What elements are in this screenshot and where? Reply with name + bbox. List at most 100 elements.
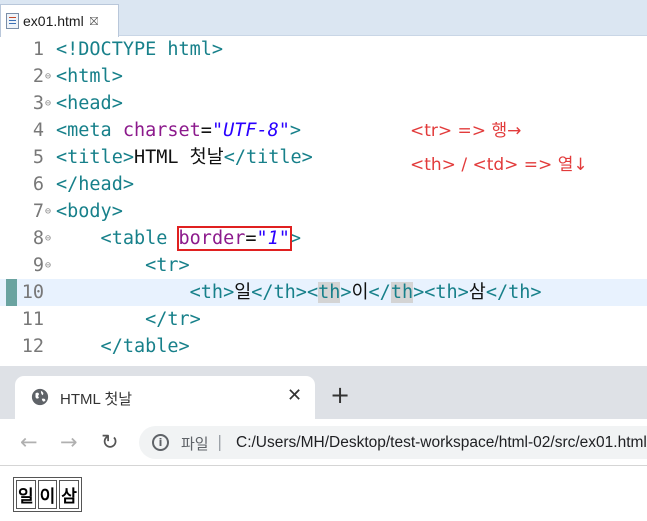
table-header-cell: 일 [16,480,36,509]
code-editor[interactable]: ex01.html ⛝ 1 <!DOCTYPE html> 2 ⊖ <html> 3 ⊖ <h… [0,0,647,366]
code-line[interactable]: 4 <meta charset="UTF-8"> [0,117,647,144]
close-icon[interactable]: ✕ [287,385,302,406]
code-text: </head> [56,171,134,198]
table-header-cell: 이 [37,480,58,509]
table-header-cell: 삼 [59,480,79,509]
annotation-th-td-column: <th> / <td> => 열↓ [410,155,588,175]
code-token: > [340,282,352,303]
editor-tab-ex01[interactable]: ex01.html ⛝ [0,4,119,37]
line-number: 10 [21,282,44,303]
line-number: 2 [32,66,44,87]
code-token: border [178,228,246,249]
fold-toggle-icon[interactable]: ⊖ [45,63,51,90]
code-text: <body> [56,198,123,225]
code-line[interactable]: 2 ⊖ <html> [0,63,647,90]
code-token: </ [368,282,391,303]
code-token: HTML 첫날 [133,147,224,168]
annotation-tr-row: <tr> => 행→ [410,121,522,141]
code-line[interactable]: 3 ⊖ <head> [0,90,647,117]
back-arrow-icon[interactable]: ← [20,430,38,454]
code-token: 이 [351,282,369,303]
address-separator: | [217,432,223,451]
reload-icon[interactable]: ↻ [101,430,119,454]
code-token: </th> [485,282,542,303]
code-text: </tr> [56,306,201,333]
code-token: charset [122,120,201,141]
fold-toggle-icon[interactable]: ⊖ [45,90,51,117]
html-file-icon [6,13,19,29]
code-text: <!DOCTYPE html> [56,36,223,63]
table-row: 일 이 삼 [16,480,79,509]
code-token: </title> [223,147,313,168]
line-number: 3 [32,93,44,114]
code-line[interactable]: 6 </head> [0,171,647,198]
browser-toolbar: ← → ↻ i 파일 | C:/Users/MH/Desktop/test-wo… [0,419,647,466]
browser-tab[interactable]: HTML 첫날 ✕ [15,376,315,419]
code-text: <html> [56,63,123,90]
highlight-box: border="1" [176,226,292,251]
code-text: <th>일</th><th>이</th><th>삼</th> [56,279,542,306]
code-line[interactable]: 9 ⊖ <tr> [0,252,647,279]
url-text[interactable]: C:/Users/MH/Desktop/test-workspace/html-… [236,434,647,452]
code-token: <html> [56,66,123,87]
code-token: 삼 [468,282,486,303]
code-text: <tr> [56,252,190,279]
code-token: <title> [56,147,134,168]
code-token: </tr> [56,309,201,330]
code-token: = [245,228,257,249]
line-number: 12 [21,336,44,357]
line-number: 9 [32,255,44,276]
code-token: <head> [56,93,123,114]
browser-tab-title: HTML 첫날 [60,391,133,408]
code-token: <th> [56,282,235,303]
code-token: = [200,120,212,141]
code-token: th [318,282,341,303]
fold-toggle-icon[interactable]: ⊖ [45,225,51,252]
page-viewport: 일 이 삼 [0,466,647,521]
code-line[interactable]: 10 <th>일</th><th>이</th><th>삼</th> [0,279,647,306]
line-number: 4 [32,120,44,141]
code-line[interactable]: 1 <!DOCTYPE html> [0,36,647,63]
code-text: <table border="1"> [56,225,301,252]
code-text: </table> [56,333,190,360]
fold-toggle-icon[interactable]: ⊖ [45,252,51,279]
code-token: <tr> [56,255,190,276]
rendered-table: 일 이 삼 [13,477,82,512]
code-token: "1" [256,228,290,249]
code-token: ><th> [413,282,469,303]
code-token: "UTF-8" [211,120,290,141]
code-area[interactable]: 1 <!DOCTYPE html> 2 ⊖ <html> 3 ⊖ <head> 4 <meta c… [0,36,647,360]
line-number: 11 [21,309,44,330]
line-number: 6 [32,174,44,195]
fold-toggle-icon[interactable]: ⊖ [45,198,51,225]
browser-tab-strip: HTML 첫날 ✕ + [0,366,647,419]
code-line[interactable]: 8 ⊖ <table border="1"> [0,225,647,252]
code-token: th [390,282,414,303]
code-token: </head> [56,174,134,195]
code-line[interactable]: 11 </tr> [0,306,647,333]
new-tab-button[interactable]: + [330,383,350,407]
line-number: 5 [32,147,44,168]
address-bar[interactable]: i 파일 | C:/Users/MH/Desktop/test-workspac… [139,426,647,459]
code-token: <table [56,228,179,249]
code-line[interactable]: 7 ⊖ <body> [0,198,647,225]
code-text: <meta charset="UTF-8"> [56,117,301,144]
close-icon[interactable]: ⛝ [90,16,98,27]
browser-window: HTML 첫날 ✕ + ← → ↻ i 파일 | C:/Users/MH/Des… [0,366,647,521]
line-number: 8 [32,228,44,249]
forward-arrow-icon[interactable]: → [60,430,78,454]
file-scheme-label: 파일 [181,435,209,453]
code-token: 일 [234,282,252,303]
editor-tab-label: ex01.html [23,13,84,29]
code-token: </table> [56,336,190,357]
line-number: 7 [32,201,44,222]
code-token: <!DOCTYPE html> [56,39,224,60]
code-token: > [289,120,302,141]
info-icon[interactable]: i [152,434,169,451]
code-line[interactable]: 12 </table> [0,333,647,360]
code-text: <head> [56,90,123,117]
code-token: > [289,228,302,249]
globe-icon [31,388,49,406]
code-token: </th>< [251,282,319,303]
code-token: <body> [56,201,123,222]
